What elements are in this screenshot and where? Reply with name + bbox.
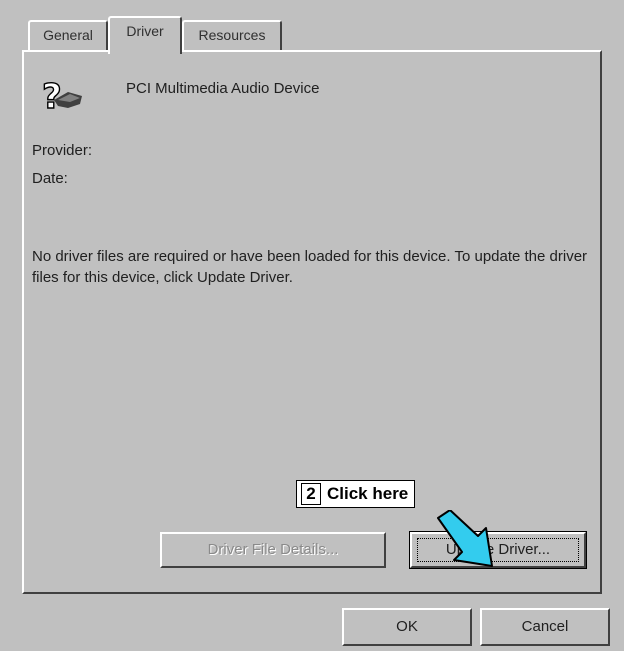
driver-message: No driver files are required or have bee… — [32, 248, 588, 286]
step-callout: 2 Click here — [296, 480, 416, 508]
tab-driver[interactable]: Driver — [108, 16, 182, 54]
pointer-arrow-icon — [430, 509, 520, 580]
question-speaker-icon: ? — [36, 74, 86, 118]
step-text: Click here — [327, 484, 409, 503]
tab-general[interactable]: General — [28, 20, 108, 50]
date-label: Date: — [32, 170, 68, 187]
device-name: PCI Multimedia Audio Device — [126, 80, 320, 97]
cancel-button[interactable]: Cancel — [480, 608, 610, 646]
ok-button[interactable]: OK — [342, 608, 472, 646]
provider-label: Provider: — [32, 142, 93, 159]
tab-strip: General Driver Resources — [22, 16, 602, 54]
svg-text:?: ? — [42, 77, 62, 114]
tab-resources[interactable]: Resources — [182, 20, 282, 50]
step-number: 2 — [301, 483, 321, 505]
driver-file-details-button: Driver File Details... — [160, 532, 386, 568]
